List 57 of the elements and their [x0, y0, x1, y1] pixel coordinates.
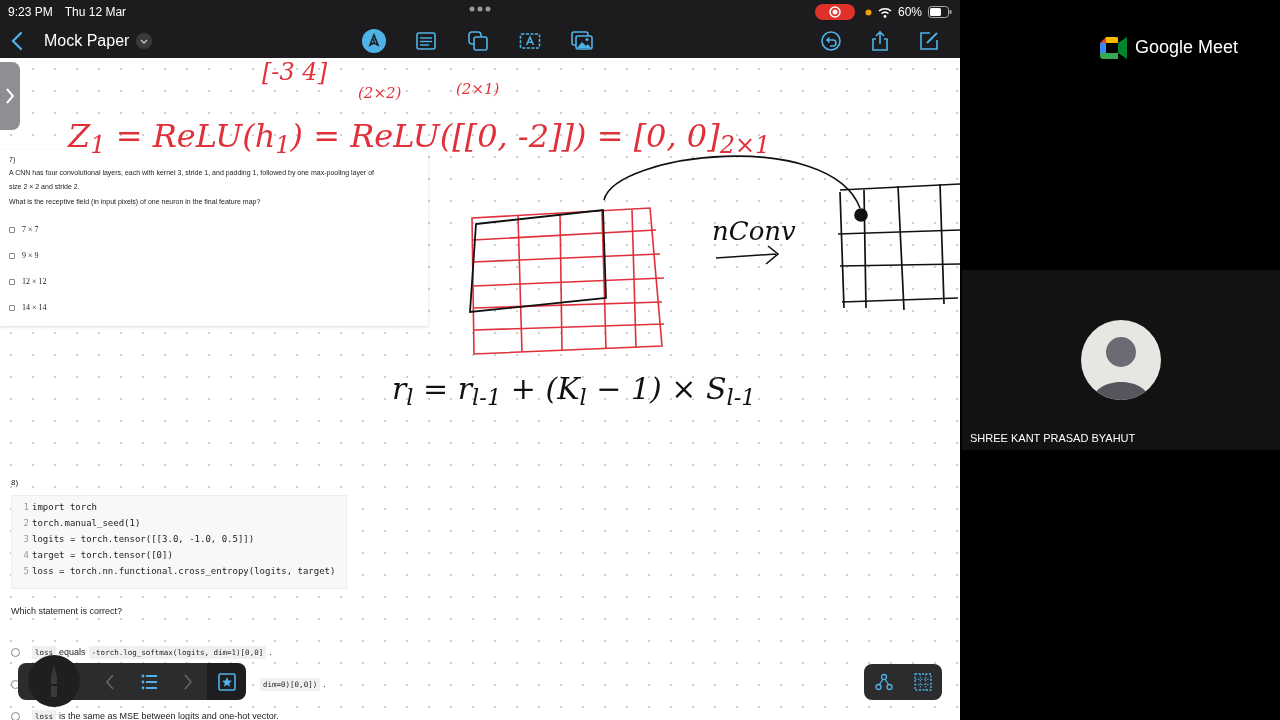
side-panel-handle[interactable] [0, 62, 20, 130]
handwritten-note: (2×1) [456, 82, 500, 97]
image-icon[interactable] [570, 29, 594, 53]
checkbox[interactable] [9, 227, 15, 233]
battery-percentage: 60% [897, 4, 922, 21]
option-label: 14 × 14 [22, 302, 47, 314]
status-date: Thu 12 Mar [64, 4, 127, 21]
grid-icon[interactable] [913, 673, 932, 691]
wifi-icon [877, 6, 892, 18]
question-prompt: Which statement is correct? [11, 605, 124, 618]
handwritten-note: r$_{l}$ = r$_{l-1}$ + (K$_{l}$ − 1) × S$_{l-1}$ [392, 374, 756, 404]
connected-nodes-icon[interactable] [874, 673, 893, 691]
radio-button[interactable] [11, 648, 20, 657]
line-number: 1 [22, 501, 30, 515]
checkbox[interactable] [9, 305, 15, 311]
line-number: 5 [22, 565, 30, 579]
checkbox[interactable] [9, 253, 15, 259]
option-label: 12 × 12 [22, 276, 47, 288]
radio-button[interactable] [11, 712, 20, 720]
code-line: target = torch.tensor([0]) [32, 549, 173, 563]
mic-indicator-icon [864, 8, 872, 16]
pen-tool-button[interactable] [28, 655, 80, 707]
share-icon[interactable] [869, 30, 891, 52]
handwritten-note: Z$_{1}$ = ReLU(h$_{1}$) = ReLU([[0, -2]]) = [0, 0]$_{2×1}$ [68, 120, 771, 152]
undo-icon[interactable] [820, 30, 842, 52]
text-lines-icon[interactable] [414, 29, 438, 53]
app-name: Google Meet [1135, 36, 1239, 59]
shapes-icon[interactable] [466, 29, 490, 53]
option-text: is the same as MSE between logits and one-hot vector. [59, 709, 279, 720]
option-label: 7 × 7 [22, 224, 39, 236]
line-number: 2 [22, 517, 30, 531]
line-number: 4 [22, 549, 30, 563]
option-label: 9 × 9 [22, 250, 39, 262]
code-line: logits = torch.tensor([[3.0, -1.0, 0.5]]) [32, 533, 255, 547]
chevron-down-icon[interactable] [136, 33, 153, 49]
code-line: loss = torch.nn.functional.cross_entropy(logits, target) [32, 565, 336, 579]
option-text: . [269, 645, 272, 659]
multitasking-dots-icon[interactable] [469, 6, 491, 12]
option-text: . [323, 677, 326, 691]
question-number: 8) [11, 477, 20, 489]
document-title[interactable]: Mock Paper [44, 29, 130, 53]
participant-name: SHREE KANT PRASAD BYAHUT [970, 431, 1136, 446]
pen-tool-icon[interactable] [362, 29, 386, 53]
status-time: 9:23 PM [8, 4, 53, 21]
compose-icon[interactable] [918, 30, 940, 52]
back-icon[interactable] [11, 31, 23, 51]
handwritten-note: nConv [712, 218, 796, 244]
code-line: torch.manual_seed(1) [32, 517, 141, 531]
video-camera-logo-icon [1100, 36, 1127, 59]
line-number: 3 [22, 533, 30, 547]
handwritten-note: (2×2) [358, 86, 402, 101]
checkbox[interactable] [9, 279, 15, 285]
code-line: import torch [32, 501, 98, 515]
option-text: equals [59, 645, 86, 659]
arrow-drawing [715, 245, 780, 265]
battery-icon [928, 6, 952, 18]
handwritten-note: [-3 4] [262, 60, 327, 84]
